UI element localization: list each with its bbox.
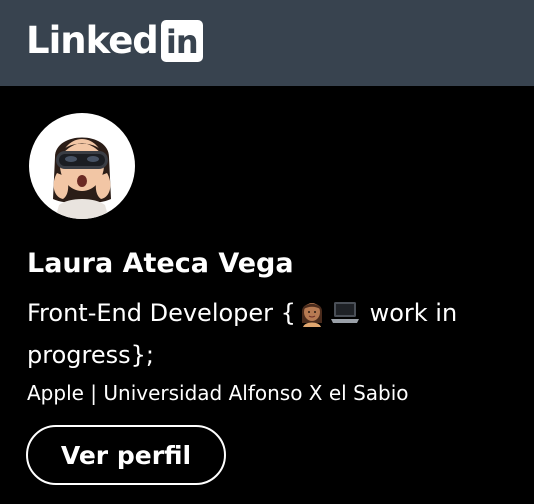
logo-wordmark: Linked xyxy=(26,19,159,62)
profile-card: Linked in Laura Ateca Vega Front-End Dev… xyxy=(0,0,534,504)
profile-organization: Apple | Universidad Alfonso X el Sabio xyxy=(27,381,409,405)
profile-name[interactable]: Laura Ateca Vega xyxy=(27,246,294,282)
profile-headline: Front-End Developer { work in progress}; xyxy=(27,295,517,373)
card-header: Linked in xyxy=(0,0,534,86)
linkedin-logo[interactable]: Linked in xyxy=(26,19,203,63)
logo-in-box: in xyxy=(160,20,203,62)
logo-in-text: in xyxy=(165,23,199,61)
avatar[interactable] xyxy=(29,113,135,219)
memoji-avatar-icon xyxy=(53,137,111,219)
view-profile-button[interactable]: Ver perfil xyxy=(26,425,226,485)
woman-emoji-icon xyxy=(297,297,327,337)
headline-text-start: Front-End Developer { xyxy=(27,299,296,327)
laptop-emoji-icon xyxy=(329,297,361,337)
